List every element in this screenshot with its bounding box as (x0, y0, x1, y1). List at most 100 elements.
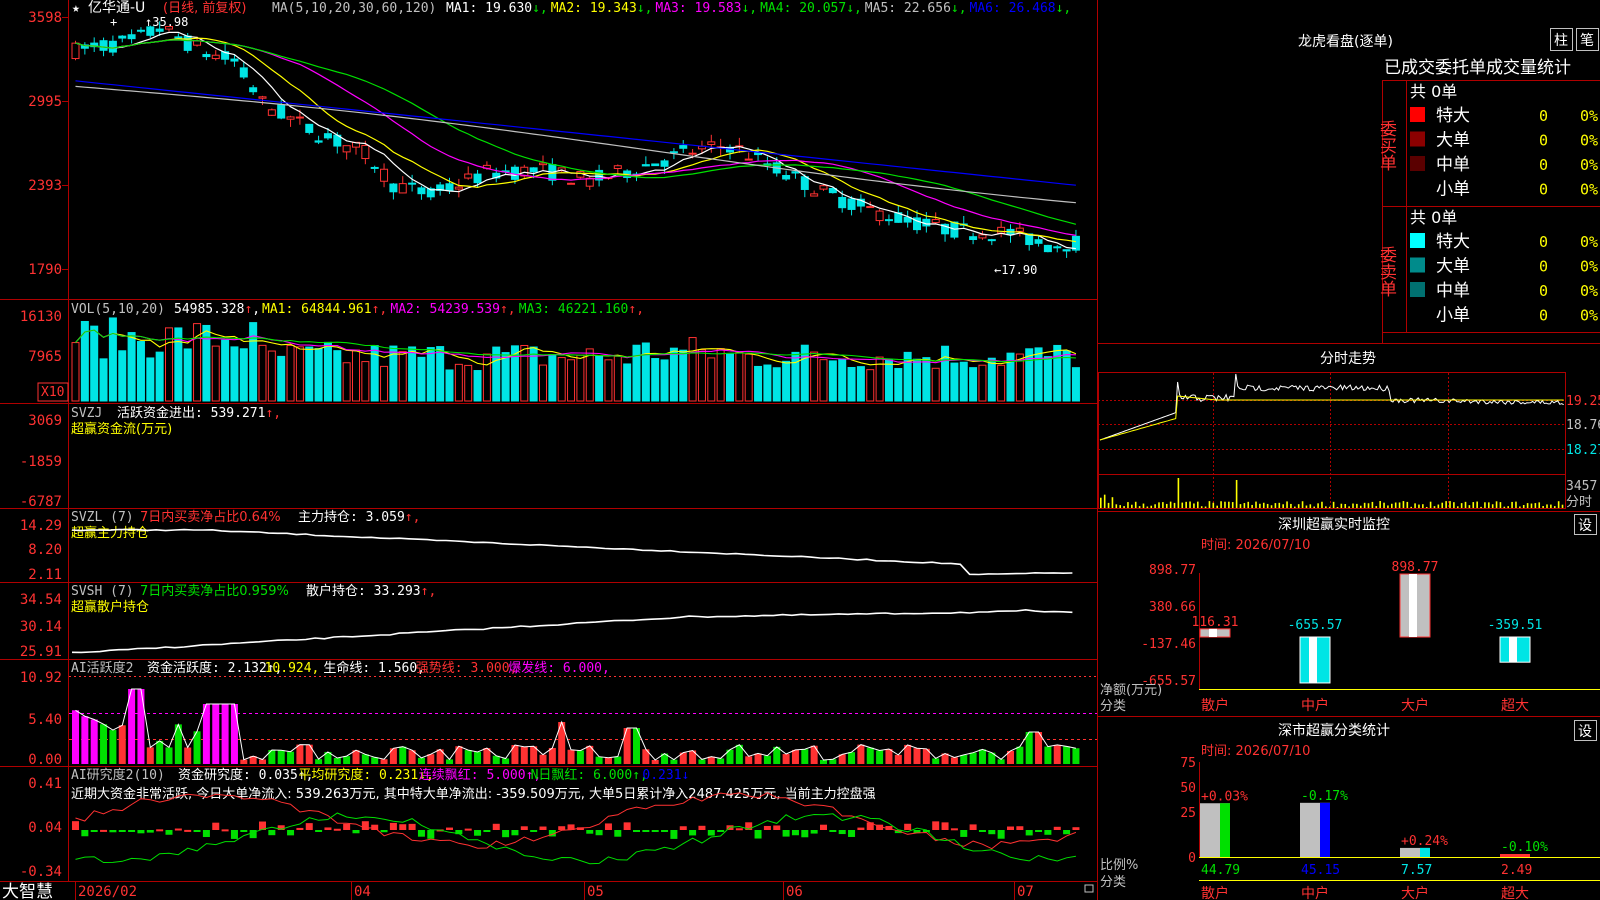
date-tick: 04 (354, 884, 371, 900)
volume-bar (539, 364, 547, 402)
intraday-vol-bar (1189, 501, 1191, 508)
intraday-vol-bar (1138, 506, 1141, 508)
svzj-bar (335, 448, 340, 456)
volume-bar (604, 359, 613, 402)
ai2-bar (932, 821, 940, 830)
date-tick: 2026/02 (78, 884, 137, 900)
volume-bar (249, 322, 258, 402)
candle-body (744, 158, 753, 161)
intraday-vol-bar (1282, 504, 1284, 508)
svzj-bar (345, 447, 350, 450)
svzj-bar (924, 448, 929, 459)
volume-bar (380, 365, 389, 402)
svzj-bar (326, 448, 331, 450)
category-label: 大户 (1401, 885, 1429, 900)
ai2-bar (399, 824, 407, 830)
ai1-value: 生命线: 1.560, (323, 660, 425, 676)
ai1-value: 10.924, (265, 661, 320, 676)
intraday-vol-bar (1216, 505, 1218, 508)
intraday-vol-bar (1530, 503, 1533, 508)
ai2-bar (483, 830, 491, 832)
order-row-pct: 0% (1580, 233, 1598, 251)
candle-body (1034, 239, 1043, 244)
ai2-bar (810, 830, 818, 834)
y-tick: 380.66 (1149, 600, 1196, 615)
candle-body (305, 123, 314, 133)
svzj-bar (850, 448, 855, 450)
ai2-bar (754, 830, 762, 839)
candle (651, 163, 660, 167)
svzj-bar (681, 448, 686, 456)
ai2-bar (268, 830, 276, 836)
volume-bar (473, 370, 482, 402)
category-label: 散户 (1201, 697, 1229, 714)
volume-bar (819, 359, 828, 402)
intraday-vol-bar (1437, 504, 1440, 508)
volume-bar (688, 337, 697, 402)
svzj-bar (635, 448, 639, 460)
ai1-header: AI活跃度2 (71, 660, 133, 676)
volume-bar (417, 356, 426, 402)
star-icon[interactable]: ★ (72, 1, 80, 16)
ai2-bar (623, 822, 631, 830)
vol-ma-value: MA2: 54239.539↑, (390, 302, 515, 317)
ai2-bar (417, 830, 425, 837)
order-row-count: 0 (1539, 156, 1548, 174)
svzj-bar (990, 441, 995, 448)
szm-value-label: -655.57 (1288, 618, 1343, 633)
svzj-bar (896, 448, 901, 458)
candle-body (71, 42, 80, 60)
svzj-bar (279, 448, 284, 460)
intraday-vol-bar (1561, 504, 1564, 508)
volume-bar (632, 344, 641, 402)
szs-change-label: -0.17% (1301, 789, 1348, 804)
candle-body (997, 226, 1006, 234)
volume-bar (679, 349, 688, 402)
volume-bar (754, 365, 763, 402)
intraday-vol-label: 分时 (1566, 495, 1592, 510)
svzj-bar (83, 445, 88, 448)
volume-bar (342, 362, 351, 402)
candle-body (707, 141, 716, 145)
period-label[interactable]: (日线, 前复权) (163, 0, 246, 16)
ai1-bar (791, 749, 799, 764)
svzj-bar (232, 448, 237, 482)
stock-name[interactable]: 亿华通-U (88, 0, 145, 16)
volume-bar (987, 357, 996, 402)
svzj-bar (476, 448, 481, 453)
intraday-vol-bar (1534, 503, 1537, 508)
y-tick: 30.14 (20, 619, 62, 635)
ai2-value: N日飘红: 6.000↑, (531, 767, 648, 783)
ai1-bar (810, 745, 818, 764)
ai1-bar (866, 747, 874, 764)
brand-logo[interactable]: 大智慧 (2, 882, 53, 900)
volume-bar (641, 342, 650, 402)
ai2-bar (1025, 830, 1033, 836)
intraday-vol-bar (1550, 504, 1552, 508)
svsh-title: SVSH (7) (71, 584, 134, 599)
volume-bar (763, 364, 772, 402)
ai2-bar (315, 830, 323, 832)
volume-bar (464, 364, 473, 402)
ai1-bar (1044, 746, 1052, 764)
intraday-vol-bar (1456, 506, 1459, 508)
candle-body (679, 145, 688, 149)
intraday-vol-bar (1313, 506, 1315, 508)
candle-body (1053, 246, 1062, 249)
intraday-vol-bar (1519, 506, 1521, 508)
svzj-bar (261, 448, 265, 483)
order-row-pct: 0% (1580, 258, 1598, 276)
ai2-bar (380, 830, 388, 833)
volume-bar (613, 355, 622, 402)
intraday-vol-bar (1255, 501, 1257, 508)
ai1-bar (670, 759, 678, 764)
candle-body (1062, 249, 1071, 252)
ai1-bar (417, 757, 425, 764)
intraday-vol-bar (1165, 503, 1168, 508)
volume-bar (136, 341, 145, 402)
svzj-bar (457, 448, 462, 455)
svzj-bar (289, 445, 294, 448)
volume-bar (969, 367, 978, 402)
svzj-bar (765, 441, 770, 448)
order-row-count: 0 (1539, 258, 1548, 276)
